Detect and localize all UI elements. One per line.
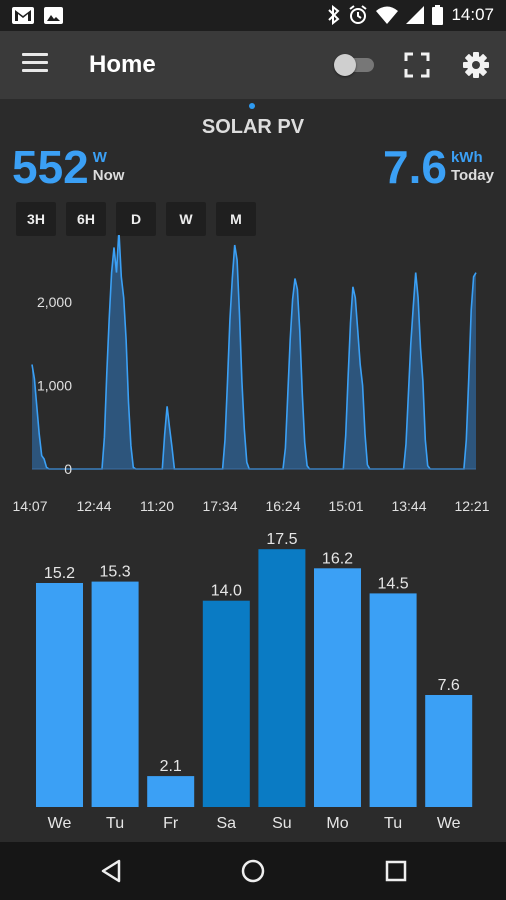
app-bar: Home — [0, 31, 506, 99]
recents-icon[interactable] — [381, 856, 411, 886]
signal-icon — [406, 6, 425, 24]
range-button-month[interactable]: M — [216, 202, 256, 236]
energy-bar-value-label: 14.0 — [211, 583, 242, 600]
gear-icon[interactable] — [462, 51, 490, 79]
energy-bar-day-label: We — [48, 815, 72, 832]
power-x-tick: 12:44 — [76, 498, 111, 514]
energy-today-value: 7.6 — [382, 141, 447, 193]
range-button-week[interactable]: W — [166, 202, 206, 236]
power-x-tick: 14:07 — [12, 498, 47, 514]
power-x-tick: 17:34 — [202, 498, 237, 514]
range-button-3h[interactable]: 3H — [16, 202, 56, 236]
power-x-tick: 13:44 — [391, 498, 426, 514]
energy-bar — [314, 568, 361, 807]
energy-bar — [425, 695, 473, 807]
power-x-tick: 11:20 — [140, 498, 174, 514]
power-now-unit: W — [92, 149, 107, 166]
power-y-tick: 2,000 — [37, 294, 72, 310]
range-button-day[interactable]: D — [116, 202, 156, 236]
power-y-tick: 0 — [64, 461, 72, 477]
power-area-fill — [32, 235, 476, 469]
energy-bar-value-label: 15.2 — [44, 565, 75, 582]
energy-bar-value-label: 15.3 — [100, 564, 131, 581]
photos-icon — [44, 7, 63, 24]
fullscreen-icon[interactable] — [404, 52, 430, 78]
energy-bar — [258, 549, 306, 807]
energy-bar — [36, 583, 83, 807]
toggle-switch[interactable] — [334, 54, 376, 76]
page-indicator — [249, 103, 255, 109]
dashboard-title: SOLAR PV — [201, 116, 305, 138]
power-x-tick: 15:01 — [328, 498, 363, 514]
power-now-label: Now — [92, 167, 125, 184]
energy-bar-day-label: Mo — [326, 815, 348, 832]
energy-bar — [369, 593, 417, 807]
power-y-tick: 1,000 — [37, 377, 72, 393]
navigation-bar — [0, 842, 506, 900]
battery-icon — [432, 5, 444, 25]
energy-bar-value-label: 2.1 — [160, 758, 182, 775]
range-button-6h[interactable]: 6H — [66, 202, 106, 236]
energy-bar-value-label: 17.5 — [266, 531, 297, 548]
daily-energy-bar-chart: 15.2 We 15.3 Tu 2.1 Fr 14.0 Sa 17.5 Su 16.2 Mo 14.5 T… — [36, 531, 473, 832]
energy-bar-day-label: Sa — [217, 815, 237, 832]
energy-bar — [91, 581, 139, 807]
range-selector: 3H 6H D W M — [16, 202, 256, 236]
home-icon[interactable] — [238, 856, 268, 886]
power-x-tick: 12:21 — [454, 498, 489, 514]
energy-bar-day-label: Tu — [106, 815, 124, 832]
app-title: Home — [89, 51, 156, 78]
clock: 14:07 — [451, 5, 494, 24]
energy-bar-value-label: 7.6 — [438, 677, 460, 694]
power-now-value: 552 — [12, 141, 89, 193]
energy-bar-day-label: Su — [272, 815, 292, 832]
energy-bar-day-label: Fr — [163, 815, 179, 832]
energy-bar-day-label: We — [437, 815, 461, 832]
energy-bar — [202, 600, 250, 807]
energy-bar-day-label: Tu — [384, 815, 402, 832]
alarm-icon — [349, 5, 368, 24]
power-now: 552 W Now — [12, 141, 124, 193]
power-area-chart: 2,000 1,000 0 14:07 12:44 11:20 17:34 16:24 15:… — [12, 235, 490, 514]
menu-icon[interactable] — [22, 53, 48, 75]
gmail-icon — [12, 7, 34, 24]
status-bar: 14:07 — [0, 0, 506, 31]
energy-bar-value-label: 16.2 — [322, 550, 353, 567]
back-icon[interactable] — [96, 856, 126, 886]
energy-today: 7.6 kWh Today — [383, 141, 494, 193]
power-x-tick: 16:24 — [265, 498, 300, 514]
energy-bar-value-label: 14.5 — [378, 575, 409, 592]
bluetooth-icon — [328, 5, 340, 25]
wifi-icon — [376, 6, 399, 24]
energy-bar — [147, 776, 195, 807]
energy-today-unit: kWh — [450, 149, 483, 166]
energy-today-label: Today — [450, 167, 494, 184]
